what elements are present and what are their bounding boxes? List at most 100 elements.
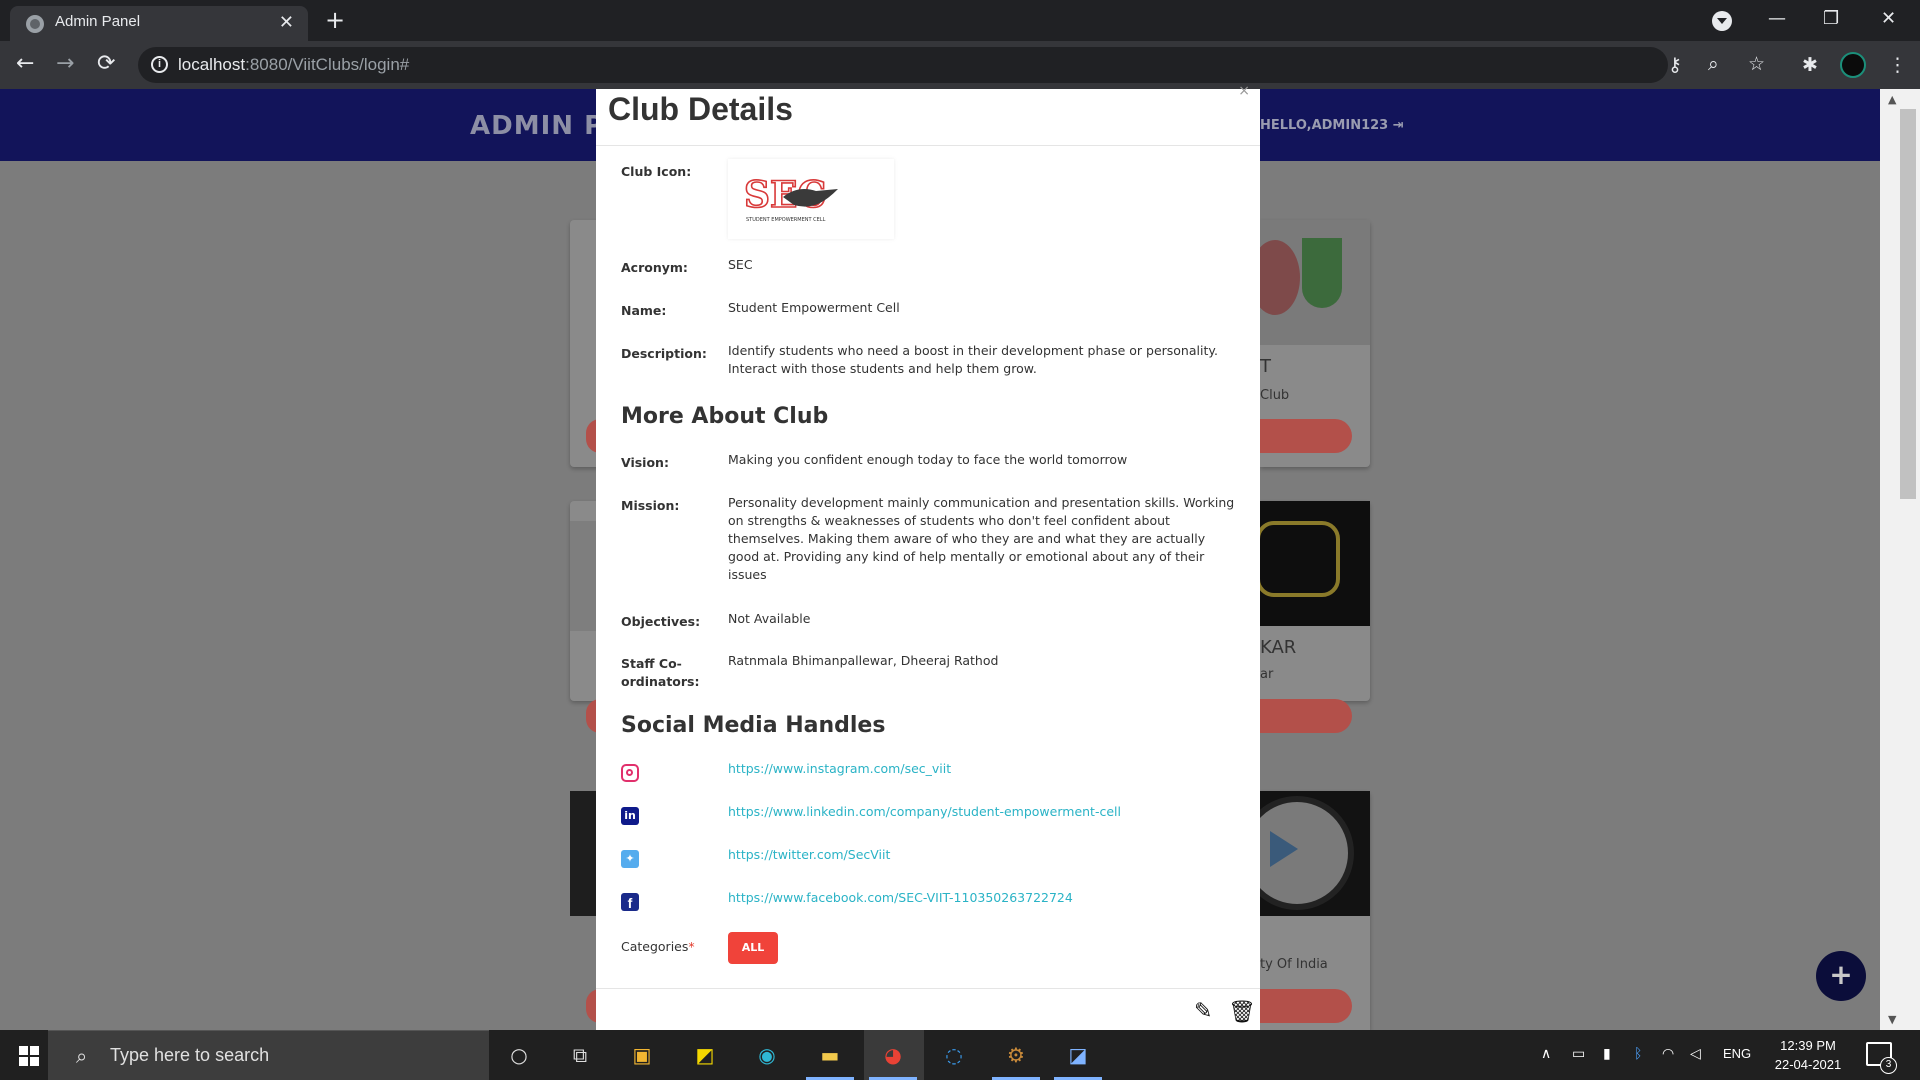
cortana-icon[interactable]: ○ xyxy=(502,1038,536,1072)
mission-value: Personality development mainly communica… xyxy=(728,495,1235,582)
scroll-down-arrow[interactable]: ▼ xyxy=(1888,1013,1896,1026)
eclipse-icon[interactable]: ⚙ xyxy=(999,1038,1033,1072)
page-scrollbar[interactable]: ▲ ▼ xyxy=(1880,89,1920,1030)
instagram-lens-shape xyxy=(626,769,633,776)
facebook-url[interactable]: https://www.facebook.com/SEC-VIIT-110350… xyxy=(728,890,1073,905)
bookmark-star-icon[interactable]: ☆ xyxy=(1748,53,1765,75)
more-about-heading: More About Club xyxy=(621,404,829,429)
mysql-icon[interactable]: ◪ xyxy=(1061,1038,1095,1072)
footer-divider xyxy=(596,988,1260,989)
zoom-icon[interactable]: ⌕ xyxy=(1708,53,1719,75)
edge-icon[interactable]: ◉ xyxy=(750,1038,784,1072)
tab-search-icon[interactable] xyxy=(1712,11,1732,31)
staff-coordinators-value: Ratnmala Bhimanpallewar, Dheeraj Rathod xyxy=(728,653,999,668)
delete-trash-icon[interactable]: 🗑 xyxy=(1228,1000,1256,1025)
file-explorer-icon[interactable]: ▬ xyxy=(813,1038,847,1072)
linkedin-icon: in xyxy=(621,807,639,825)
extensions-puzzle-icon[interactable]: ✱ xyxy=(1802,54,1818,76)
start-tile xyxy=(19,1057,28,1066)
club-logo-right-3 xyxy=(1240,791,1370,916)
modal-close-icon[interactable]: × xyxy=(1238,83,1250,99)
club-card-right-2: KAR ar xyxy=(1256,501,1370,701)
sticky-notes-icon[interactable]: ◩ xyxy=(688,1038,722,1072)
search-icon: ⌕ xyxy=(76,1044,88,1068)
minimize-button[interactable]: — xyxy=(1768,8,1786,29)
objectives-label: Objectives: xyxy=(621,614,701,629)
volume-icon[interactable]: ◁ xyxy=(1690,1046,1701,1062)
card-title-fragment: T xyxy=(1260,356,1271,377)
notification-count-badge: 3 xyxy=(1880,1057,1897,1074)
bluetooth-icon[interactable]: ᛒ xyxy=(1634,1046,1642,1062)
windows-start-icon[interactable] xyxy=(19,1046,39,1066)
card-subtitle-fragment: ar xyxy=(1260,667,1274,682)
chrome-icon[interactable]: ◕ xyxy=(876,1038,910,1072)
wifi-icon[interactable]: ◠ xyxy=(1662,1046,1674,1062)
acronym-label: Acronym: xyxy=(621,260,688,275)
reload-button[interactable]: ⟳ xyxy=(97,51,115,76)
address-bar[interactable]: i localhost:8080/ViitClubs/login# ⚷ ⌕ ☆ xyxy=(138,47,1765,83)
url-path: :8080/ViitClubs/login# xyxy=(245,55,410,74)
messenger-icon[interactable]: ◌ xyxy=(937,1038,971,1072)
password-key-icon[interactable]: ⚷ xyxy=(1668,54,1682,76)
acronym-value: SEC xyxy=(728,257,753,272)
social-media-heading: Social Media Handles xyxy=(621,713,886,738)
instagram-link[interactable]: https://www.instagram.com/sec_viit xyxy=(728,760,1238,778)
clock-time: 12:39 PM xyxy=(1780,1038,1836,1053)
scrollbar-thumb[interactable] xyxy=(1900,109,1916,499)
edit-pencil-icon[interactable]: ✎ xyxy=(1194,999,1212,1024)
card-button-right-1[interactable] xyxy=(1260,419,1352,453)
store-icon[interactable]: ▣ xyxy=(625,1038,659,1072)
twitter-url[interactable]: https://twitter.com/SecViit xyxy=(728,847,890,862)
logo-subtext: STUDENT EMPOWERMENT CELL xyxy=(746,217,826,223)
user-greeting[interactable]: HELLO,ADMIN123 ⇥ xyxy=(1260,118,1404,133)
linkedin-link[interactable]: https://www.linkedin.com/company/student… xyxy=(728,803,1238,821)
card-button-right-2[interactable] xyxy=(1260,699,1352,733)
instagram-url[interactable]: https://www.instagram.com/sec_viit xyxy=(728,761,951,776)
browser-toolbar: ← → ⟳ i localhost:8080/ViitClubs/login# … xyxy=(0,41,1920,89)
objectives-value: Not Available xyxy=(728,611,811,626)
modal-title: Club Details xyxy=(608,91,793,127)
tab-title: Admin Panel xyxy=(55,13,141,30)
linkedin-url[interactable]: https://www.linkedin.com/company/student… xyxy=(728,804,1121,819)
tab-close-icon[interactable]: ✕ xyxy=(279,12,294,33)
category-all-button[interactable]: ALL xyxy=(728,932,778,964)
categories-label-text: Categories xyxy=(621,939,689,954)
instagram-icon xyxy=(621,764,639,782)
taskbar-search-box[interactable]: ⌕ Type here to search xyxy=(48,1030,489,1080)
url-text[interactable]: localhost:8080/ViitClubs/login# xyxy=(178,55,409,75)
battery-icon[interactable]: ▮ xyxy=(1603,1046,1611,1062)
brand-title: ADMIN P xyxy=(470,111,605,141)
vision-value: Making you confident enough today to fac… xyxy=(728,452,1128,467)
card-button-right-3[interactable] xyxy=(1260,989,1352,1023)
play-shape xyxy=(1270,831,1298,867)
logout-icon[interactable]: ⇥ xyxy=(1393,118,1404,133)
twitter-link[interactable]: https://twitter.com/SecViit xyxy=(728,846,1238,864)
forward-button[interactable]: → xyxy=(56,51,74,76)
start-tile xyxy=(19,1046,28,1055)
browser-menu-icon[interactable]: ⋮ xyxy=(1888,54,1907,76)
description-value: Identify students who need a boost in th… xyxy=(728,343,1218,376)
task-view-icon[interactable]: ⧉ xyxy=(563,1038,597,1072)
window-close-button[interactable]: ✕ xyxy=(1881,8,1896,29)
browser-tab-admin-panel[interactable]: Admin Panel ✕ xyxy=(10,6,308,41)
back-button[interactable]: ← xyxy=(16,51,34,76)
mission-label: Mission: xyxy=(621,498,680,513)
twitter-icon: ✦ xyxy=(621,850,639,868)
required-mark: * xyxy=(688,939,695,954)
sec-logo-graphic: SEC STUDENT EMPOWERMENT CELL xyxy=(743,173,838,223)
card-title-fragment: KAR xyxy=(1260,637,1297,658)
language-indicator[interactable]: ENG xyxy=(1723,1046,1751,1061)
profile-avatar[interactable] xyxy=(1840,52,1866,78)
scroll-up-arrow[interactable]: ▲ xyxy=(1888,93,1896,106)
restore-button[interactable]: ❐ xyxy=(1823,8,1839,29)
add-club-button[interactable]: + xyxy=(1816,951,1866,1001)
site-info-icon[interactable]: i xyxy=(151,56,168,73)
show-hidden-icons-chevron[interactable]: ∧ xyxy=(1541,1046,1551,1062)
taskbar-clock[interactable]: 12:39 PM 22-04-2021 xyxy=(1768,1036,1848,1074)
clock-date: 22-04-2021 xyxy=(1774,1057,1842,1072)
new-tab-button[interactable]: + xyxy=(325,6,345,34)
staff-coordinators-label: Staff Co-ordinators: xyxy=(621,656,700,689)
meet-now-icon[interactable]: ▭ xyxy=(1572,1046,1585,1062)
facebook-link[interactable]: https://www.facebook.com/SEC-VIIT-110350… xyxy=(728,889,1238,907)
vision-label: Vision: xyxy=(621,455,669,470)
